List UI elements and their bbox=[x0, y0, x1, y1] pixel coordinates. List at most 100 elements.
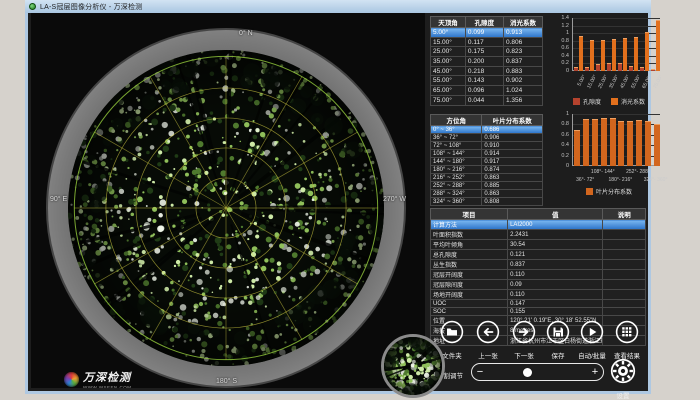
result-table-row[interactable]: SOC0.155 bbox=[431, 308, 646, 316]
chart-y-tick-label: 0 bbox=[558, 68, 569, 74]
zenith-table-row[interactable]: 45.00°0.2180.883 bbox=[431, 66, 543, 76]
zenith-table-cell: 0.883 bbox=[503, 66, 542, 76]
azimuth-table-cell: 216° ~ 252° bbox=[431, 174, 482, 182]
chart-y-tick-label: 1.2 bbox=[558, 23, 569, 29]
chart-gridline bbox=[573, 26, 660, 27]
bar bbox=[618, 63, 622, 71]
zenith-table-cell: 65.00° bbox=[431, 86, 466, 96]
azimuth-table-row[interactable]: 252° ~ 288°0.885 bbox=[431, 182, 543, 190]
azimuth-table-row[interactable]: 216° ~ 252°0.863 bbox=[431, 174, 543, 182]
azimuth-table-row[interactable]: 36° ~ 72°0.906 bbox=[431, 134, 543, 142]
slider-minus-button[interactable]: − bbox=[472, 367, 488, 378]
result-table-row[interactable]: 平均叶倾角30.54 bbox=[431, 240, 646, 250]
result-table-cell: 0.110 bbox=[508, 290, 603, 300]
azimuth-table-cell: 324° ~ 360° bbox=[431, 198, 482, 206]
zenith-table-row[interactable]: 55.00°0.1430.902 bbox=[431, 76, 543, 86]
arrow-left-icon bbox=[476, 320, 500, 344]
result-table-row[interactable]: 总孔隙度0.121 bbox=[431, 250, 646, 260]
chart-legend: 孔隙度消光系数 bbox=[558, 97, 660, 106]
azimuth-table-row[interactable]: 144° ~ 180°0.917 bbox=[431, 158, 543, 166]
logo-name: 万深检测 bbox=[83, 369, 132, 385]
segmentation-slider[interactable]: − + bbox=[471, 363, 604, 381]
slider-track[interactable] bbox=[488, 364, 587, 380]
result-table-cell: 冠层隙间度 bbox=[431, 280, 508, 290]
azimuth-table-cell: 0.885 bbox=[482, 182, 543, 190]
zenith-table-row[interactable]: 25.00°0.1750.823 bbox=[431, 47, 543, 57]
settings-button[interactable]: 设置 bbox=[603, 358, 643, 400]
play-icon bbox=[580, 320, 604, 344]
zenith-table: 天顶角孔隙度消光系数5.00°0.0990.91315.00°0.1170.80… bbox=[430, 16, 543, 106]
segmentation-thumbnail[interactable] bbox=[381, 334, 445, 398]
save-icon bbox=[546, 320, 570, 344]
zenith-table-cell: 35.00° bbox=[431, 57, 466, 67]
zenith-table-cell: 75.00° bbox=[431, 95, 466, 105]
slider-handle[interactable] bbox=[523, 368, 532, 377]
result-table-header[interactable]: 值 bbox=[508, 209, 603, 220]
zenith-table-header[interactable]: 天顶角 bbox=[431, 17, 466, 28]
result-table-row[interactable]: 计算方法LAI2000 bbox=[431, 220, 646, 230]
result-table-row[interactable]: 场地开阔度0.110 bbox=[431, 290, 646, 300]
chart-x-tick-label: 324°- 360° bbox=[631, 177, 681, 183]
azimuth-table-header[interactable]: 叶片分布系数 bbox=[482, 115, 543, 126]
result-table-cell: 0.110 bbox=[508, 270, 603, 280]
azimuth-table-row[interactable]: 180° ~ 216°0.874 bbox=[431, 166, 543, 174]
settings-label: 设置 bbox=[603, 390, 643, 400]
azimuth-table-row[interactable]: 0° ~ 36°0.686 bbox=[431, 126, 543, 134]
zenith-table-row[interactable]: 65.00°0.0961.024 bbox=[431, 86, 543, 96]
zenith-table-cell: 0.837 bbox=[503, 57, 542, 67]
zenith-table-header[interactable]: 孔隙度 bbox=[465, 17, 503, 28]
toolbar-button-play[interactable]: 自动/批量 bbox=[572, 320, 612, 360]
zenith-table-cell: 0.044 bbox=[465, 95, 503, 105]
gear-icon bbox=[610, 358, 636, 384]
result-table-row[interactable]: 丛生指数0.837 bbox=[431, 260, 646, 270]
zenith-table-header[interactable]: 消光系数 bbox=[503, 17, 542, 28]
bar bbox=[651, 69, 655, 71]
azimuth-table-row[interactable]: 108° ~ 144°0.914 bbox=[431, 150, 543, 158]
chart-plot-area bbox=[572, 18, 660, 71]
result-table-row[interactable]: 叶面积指数2.2431 bbox=[431, 230, 646, 240]
toolbar-button-grid[interactable]: 查看结果 bbox=[607, 320, 647, 360]
chart-y-tick-label: 1.4 bbox=[558, 15, 569, 21]
azimuth-table-row[interactable]: 72° ~ 108°0.910 bbox=[431, 142, 543, 150]
zenith-table-cell: 25.00° bbox=[431, 47, 466, 57]
slider-plus-button[interactable]: + bbox=[587, 367, 603, 378]
legend-swatch-icon bbox=[586, 188, 593, 195]
azimuth-table-row[interactable]: 324° ~ 360°0.808 bbox=[431, 198, 543, 206]
legend-item: 消光系数 bbox=[611, 97, 645, 106]
chart-y-tick-label: 1 bbox=[558, 30, 569, 36]
app-window: LA-S冠层图像分析仪 - 万深检测 0° N 180° S 90° E 270… bbox=[25, 0, 651, 394]
zenith-table-row[interactable]: 75.00°0.0441.356 bbox=[431, 95, 543, 105]
azimuth-table-row[interactable]: 288° ~ 324°0.863 bbox=[431, 190, 543, 198]
zenith-table-row[interactable]: 5.00°0.0990.913 bbox=[431, 28, 543, 38]
azimuth-table-cell: 144° ~ 180° bbox=[431, 158, 482, 166]
result-table-row[interactable]: 冠层开阔度0.110 bbox=[431, 270, 646, 280]
chart-x-tick-label: 252°- 288° bbox=[613, 169, 663, 175]
title-bar[interactable]: LA-S冠层图像分析仪 - 万深检测 bbox=[25, 0, 651, 13]
result-table-cell: SOC bbox=[431, 308, 508, 316]
chart-y-tick-label: 0.6 bbox=[558, 45, 569, 51]
zenith-table-cell: 0.143 bbox=[465, 76, 503, 86]
legend-label: 叶片分布系数 bbox=[596, 187, 632, 196]
fisheye-panel: 0° N 180° S 90° E 270° W 万深检测 WWW.WSEEN.… bbox=[31, 13, 425, 388]
azimuth-table-cell: 36° ~ 72° bbox=[431, 134, 482, 142]
zenith-table-cell: 0.200 bbox=[465, 57, 503, 67]
bar bbox=[574, 67, 578, 71]
result-table-header[interactable]: 项目 bbox=[431, 209, 508, 220]
vendor-logo: 万深检测 WWW.WSEEN.COM bbox=[64, 369, 132, 388]
result-table-row[interactable]: UOC0.147 bbox=[431, 300, 646, 308]
result-table-cell: UOC bbox=[431, 300, 508, 308]
azimuth-table-header[interactable]: 方位角 bbox=[431, 115, 482, 126]
chart-y-tick-label: 0.4 bbox=[558, 53, 569, 59]
azimuth-table-cell: 252° ~ 288° bbox=[431, 182, 482, 190]
zenith-table-row[interactable]: 15.00°0.1170.806 bbox=[431, 37, 543, 47]
result-table-cell bbox=[603, 290, 646, 300]
azimuth-table: 方位角叶片分布系数0° ~ 36°0.68636° ~ 72°0.90672° … bbox=[430, 114, 543, 206]
chart-y-tick-label: 0.8 bbox=[558, 121, 569, 127]
result-table-cell bbox=[603, 230, 646, 240]
bar bbox=[634, 37, 638, 71]
result-table-header[interactable]: 说明 bbox=[603, 209, 646, 220]
bar bbox=[601, 40, 605, 71]
zenith-table-row[interactable]: 35.00°0.2000.837 bbox=[431, 57, 543, 67]
result-table-row[interactable]: 冠层隙间度0.09 bbox=[431, 280, 646, 290]
toolbar-button-arrow-left[interactable]: 上一张 bbox=[468, 320, 508, 360]
